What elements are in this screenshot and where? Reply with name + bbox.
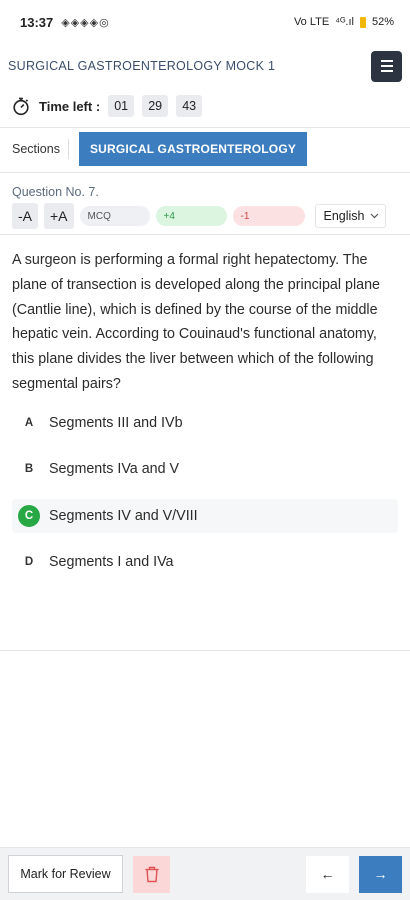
clear-response-button[interactable] — [133, 855, 170, 893]
chevron-down-icon — [370, 213, 378, 219]
timer-hours: 01 — [108, 95, 135, 117]
timer-row: Time left : 01 29 43 — [0, 88, 410, 124]
app-bar: SURGICAL GASTROENTEROLOGY MOCK 1 — [0, 44, 410, 88]
previous-button[interactable]: ← — [306, 855, 349, 893]
divider — [0, 650, 410, 651]
divider — [0, 172, 410, 173]
option-a[interactable]: A Segments III and IVb — [12, 406, 398, 440]
battery-icon — [359, 16, 366, 28]
arrow-left-icon: ← — [320, 866, 335, 882]
language-value: English — [323, 209, 365, 223]
page-title: SURGICAL GASTROENTEROLOGY MOCK 1 — [8, 59, 276, 73]
bottom-bar: Mark for Review ← → — [0, 847, 410, 900]
option-text: Segments IVa and V — [49, 461, 180, 477]
battery-level: 52% — [371, 16, 394, 28]
sections-row: Sections SURGICAL GASTROENTEROLOGY — [0, 130, 410, 168]
option-letter: A — [24, 417, 34, 429]
divider — [0, 127, 410, 128]
notification-icons: ◈◈◈◈◎ — [61, 16, 110, 29]
question-text: A surgeon is performing a formal right h… — [12, 252, 381, 392]
signal-icon: ⁴ᴳ.ıl — [335, 16, 354, 28]
question-number: Question No. 7. — [12, 185, 99, 199]
volte-icon: Vo LTE — [293, 16, 330, 28]
option-text: Segments I and IVa — [49, 554, 174, 570]
status-bar: 13:37 ◈◈◈◈◎ Vo LTE ⁴ᴳ.ıl 52% — [0, 0, 410, 44]
timer-seconds: 43 — [176, 95, 203, 117]
arrow-right-icon: → — [373, 866, 388, 882]
font-increase-button[interactable]: +A — [44, 203, 74, 229]
status-time: 13:37 — [20, 14, 54, 30]
trash-icon — [145, 866, 158, 882]
option-text: Segments IV and V/VIII — [49, 508, 198, 524]
hamburger-menu-icon — [380, 60, 393, 62]
timer-label: Time left : — [39, 98, 101, 114]
status-right: Vo LTE ⁴ᴳ.ıl 52% — [294, 16, 394, 28]
menu-button[interactable] — [371, 50, 402, 82]
sections-label: Sections — [12, 139, 69, 159]
option-b[interactable]: B Segments IVa and V — [12, 452, 398, 486]
positive-marks-badge: +4 — [155, 206, 227, 226]
timer-minutes: 29 — [142, 95, 169, 117]
option-letter: D — [24, 556, 34, 568]
option-text: Segments III and IVb — [49, 415, 183, 431]
language-select[interactable]: English — [314, 204, 386, 228]
question-tools: -A +A MCQ +4 -1 English — [0, 203, 410, 229]
font-decrease-button[interactable]: -A — [12, 203, 38, 229]
next-button[interactable]: → — [359, 855, 402, 893]
option-letter-selected: C — [18, 505, 40, 527]
negative-marks-badge: -1 — [232, 206, 305, 226]
option-c[interactable]: C Segments IV and V/VIII — [12, 499, 398, 533]
divider — [0, 234, 410, 235]
stopwatch-icon — [13, 97, 29, 116]
question-type-badge: MCQ — [79, 206, 150, 226]
option-d[interactable]: D Segments I and IVa — [12, 545, 398, 579]
tab-surgical-gastroenterology[interactable]: SURGICAL GASTROENTEROLOGY — [78, 132, 308, 166]
option-letter: B — [24, 463, 34, 475]
mark-for-review-button[interactable]: Mark for Review — [8, 855, 123, 893]
